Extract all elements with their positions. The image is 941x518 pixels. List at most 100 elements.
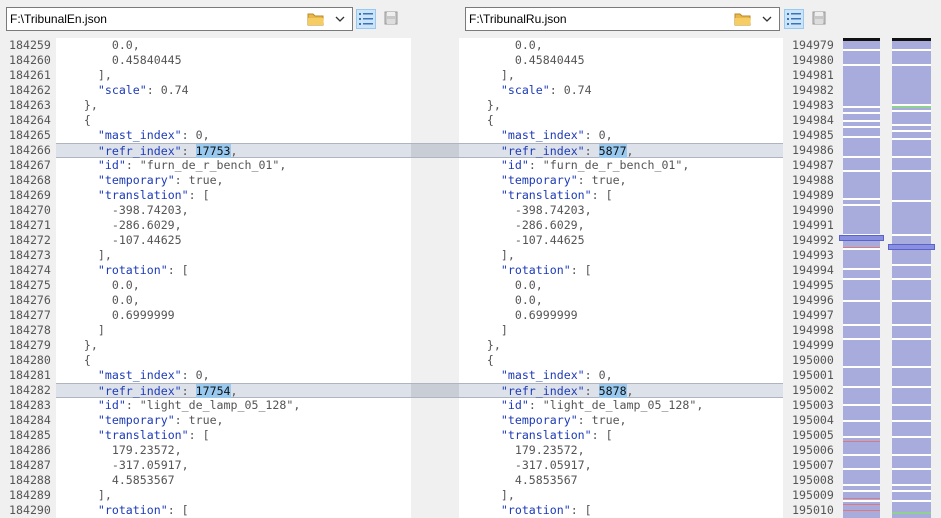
line-numbers-toggle-button[interactable] xyxy=(784,9,804,29)
code-line[interactable]: ], xyxy=(459,68,783,83)
code-line[interactable]: "rotation": [ xyxy=(459,263,783,278)
code-line[interactable]: }, xyxy=(56,98,411,113)
code-line[interactable]: { xyxy=(56,353,411,368)
code-line[interactable]: 0.0, xyxy=(459,293,783,308)
left-file-path-combobox[interactable]: F:\TribunalEn.json xyxy=(6,7,353,31)
code-line[interactable]: -317.05917, xyxy=(459,458,783,473)
code-line[interactable]: -286.6029, xyxy=(56,218,411,233)
code-line[interactable]: "id": "light_de_lamp_05_128", xyxy=(459,398,783,413)
code-line[interactable]: "translation": [ xyxy=(459,428,783,443)
code-line[interactable]: "scale": 0.74 xyxy=(56,83,411,98)
code-line[interactable]: -398.74203, xyxy=(56,203,411,218)
chevron-down-icon[interactable] xyxy=(760,11,774,27)
code-line[interactable]: }, xyxy=(459,338,783,353)
code-line[interactable]: "scale": 0.74 xyxy=(459,83,783,98)
minimap-diff-mark xyxy=(892,124,931,126)
save-button[interactable] xyxy=(382,9,402,29)
code-line[interactable]: 0.6999999 xyxy=(459,308,783,323)
left-code-pane[interactable]: 0.0, 0.45840445 ], "scale": 0.74 }, { "m… xyxy=(56,38,411,518)
minimap-viewport-indicator[interactable] xyxy=(839,235,884,241)
code-line[interactable]: ], xyxy=(56,248,411,263)
left-diff-minimap[interactable] xyxy=(839,38,884,518)
code-line[interactable]: ], xyxy=(56,68,411,83)
code-line[interactable]: "mast_index": 0, xyxy=(56,368,411,383)
code-line[interactable]: "temporary": true, xyxy=(459,413,783,428)
code-line[interactable]: ], xyxy=(459,488,783,503)
diff-changed-line[interactable]: "refr_index": 17754, xyxy=(56,383,411,398)
code-line[interactable]: 179.23572, xyxy=(459,443,783,458)
code-line[interactable]: 0.6999999 xyxy=(56,308,411,323)
code-line[interactable]: -107.44625 xyxy=(56,233,411,248)
minimap-viewport-indicator[interactable] xyxy=(888,244,935,250)
code-line[interactable]: 0.0, xyxy=(459,38,783,53)
right-code-pane[interactable]: 0.0, 0.45840445 ], "scale": 0.74 }, { "m… xyxy=(459,38,783,518)
code-line[interactable]: 0.0, xyxy=(56,38,411,53)
code-line[interactable]: 4.5853567 xyxy=(459,473,783,488)
diff-changed-line[interactable]: "refr_index": 5878, xyxy=(459,383,783,398)
code-line[interactable]: 4.5853567 xyxy=(56,473,411,488)
code-line[interactable]: "temporary": true, xyxy=(56,413,411,428)
minimap-diff-mark xyxy=(892,130,931,132)
minimap-removed-mark xyxy=(843,498,880,499)
code-line[interactable]: "translation": [ xyxy=(56,188,411,203)
code-line[interactable]: ] xyxy=(56,323,411,338)
code-line[interactable]: 0.0, xyxy=(56,293,411,308)
code-line[interactable]: -398.74203, xyxy=(459,203,783,218)
line-number: 184280 xyxy=(9,353,51,367)
code-token: 4.5853567 xyxy=(459,473,578,487)
diff-changed-line[interactable]: "refr_index": 5877, xyxy=(459,143,783,158)
line-number: 184273 xyxy=(9,248,51,262)
code-line[interactable]: { xyxy=(459,353,783,368)
code-line[interactable]: ] xyxy=(459,323,783,338)
code-line[interactable]: "mast_index": 0, xyxy=(56,128,411,143)
right-file-path-combobox[interactable]: F:\TribunalRu.json xyxy=(465,7,780,31)
code-token: "translation" xyxy=(97,188,189,202)
right-file-path[interactable]: F:\TribunalRu.json xyxy=(469,12,567,26)
line-numbers-toggle-button[interactable] xyxy=(356,9,376,29)
code-line[interactable]: -317.05917, xyxy=(56,458,411,473)
code-line[interactable]: 0.0, xyxy=(56,278,411,293)
code-line[interactable]: ], xyxy=(459,248,783,263)
folder-icon[interactable] xyxy=(307,12,325,26)
code-line[interactable]: ], xyxy=(56,488,411,503)
code-line[interactable]: "mast_index": 0, xyxy=(459,128,783,143)
folder-icon[interactable] xyxy=(734,12,752,26)
code-line[interactable]: "id": "light_de_lamp_05_128", xyxy=(56,398,411,413)
code-line[interactable]: "id": "furn_de_r_bench_01", xyxy=(459,158,783,173)
code-line[interactable]: 0.0, xyxy=(459,278,783,293)
code-line[interactable]: { xyxy=(459,113,783,128)
code-line[interactable]: "rotation": [ xyxy=(56,263,411,278)
code-line[interactable]: "translation": [ xyxy=(459,188,783,203)
right-diff-minimap[interactable] xyxy=(888,38,935,518)
code-line[interactable]: }, xyxy=(459,98,783,113)
code-line[interactable]: 0.45840445 xyxy=(459,53,783,68)
code-line[interactable]: -107.44625 xyxy=(459,233,783,248)
minimap-diff-mark xyxy=(843,324,880,326)
code-line[interactable]: "translation": [ xyxy=(56,428,411,443)
code-token: 0.0, xyxy=(459,38,543,52)
save-button[interactable] xyxy=(810,9,830,29)
diff-changed-line[interactable]: "refr_index": 17753, xyxy=(56,143,411,158)
code-line[interactable]: "mast_index": 0, xyxy=(459,368,783,383)
code-line[interactable]: 179.23572, xyxy=(56,443,411,458)
code-line[interactable]: -286.6029, xyxy=(459,218,783,233)
code-line[interactable]: "rotation": [ xyxy=(459,503,783,518)
left-file-path[interactable]: F:\TribunalEn.json xyxy=(10,12,107,26)
code-line[interactable]: "rotation": [ xyxy=(56,503,411,518)
code-token: "translation" xyxy=(500,428,592,442)
code-line[interactable]: 0.45840445 xyxy=(56,53,411,68)
code-token: 0.0, xyxy=(459,278,543,292)
code-line[interactable]: "temporary": true, xyxy=(56,173,411,188)
code-line[interactable]: }, xyxy=(56,338,411,353)
chevron-down-icon[interactable] xyxy=(333,11,347,27)
line-number: 195000 xyxy=(792,353,834,367)
code-line[interactable]: { xyxy=(56,113,411,128)
line-number: 195010 xyxy=(792,503,834,517)
minimap-diff-mark xyxy=(892,170,931,172)
code-line[interactable]: "temporary": true, xyxy=(459,173,783,188)
minimap-diff-mark xyxy=(892,454,931,456)
code-line[interactable]: "id": "furn_de_r_bench_01", xyxy=(56,158,411,173)
